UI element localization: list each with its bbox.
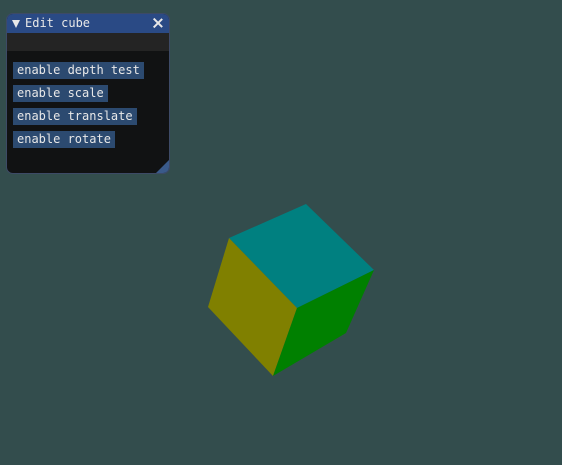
enable-scale-button[interactable]: enable scale <box>13 85 108 102</box>
close-x-icon[interactable] <box>151 16 165 30</box>
window-menu-bar <box>7 33 169 51</box>
enable-rotate-button[interactable]: enable rotate <box>13 131 115 148</box>
enable-translate-button[interactable]: enable translate <box>13 108 137 125</box>
enable-depth-test-button[interactable]: enable depth test <box>13 62 144 79</box>
edit-cube-window[interactable]: Edit cube enable depth test enable scale… <box>6 13 170 174</box>
window-title: Edit cube <box>25 16 91 30</box>
resize-grip-icon[interactable] <box>156 160 169 173</box>
window-title-bar[interactable]: Edit cube <box>7 14 169 33</box>
collapse-triangle-icon[interactable] <box>12 19 20 28</box>
window-content: enable depth test enable scale enable tr… <box>7 51 169 151</box>
